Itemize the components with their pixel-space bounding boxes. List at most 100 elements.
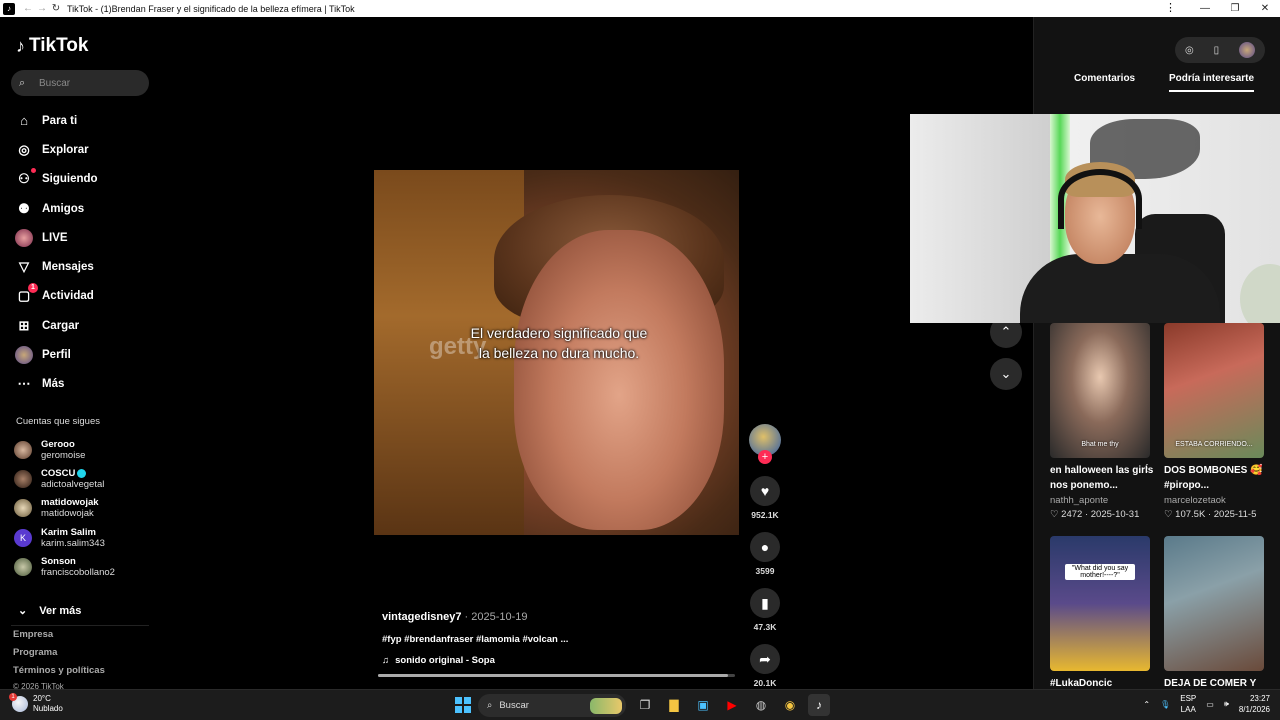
next-video-button[interactable]: ⌄ bbox=[990, 358, 1022, 390]
cloud-icon: 1 bbox=[9, 693, 28, 712]
heart-outline-icon: ♡ bbox=[1164, 509, 1173, 520]
weather-temp: 20°C bbox=[33, 694, 51, 703]
footer-copyright: © 2026 TikTok bbox=[13, 682, 64, 689]
nav-amigos[interactable]: ⚉ Amigos bbox=[14, 194, 98, 223]
music-label: sonido original - Sopa bbox=[395, 655, 495, 666]
steam-icon[interactable]: ◍ bbox=[750, 694, 772, 716]
lang-secondary: LAA bbox=[1180, 705, 1196, 714]
nav-label: Perfil bbox=[42, 349, 71, 362]
file-explorer-icon[interactable]: ▇ bbox=[663, 694, 685, 716]
back-icon[interactable]: ← bbox=[21, 0, 35, 17]
nav-cargar[interactable]: ⊞ Cargar bbox=[14, 311, 98, 340]
nav-para-ti[interactable]: ⌂ Para ti bbox=[14, 106, 98, 135]
headset-icon bbox=[1058, 169, 1142, 229]
recommended-thumbnail[interactable]: "What did you say mother!----?" bbox=[1050, 536, 1150, 671]
recommended-title[interactable]: DOS BOMBONES 🥰 #piropo... bbox=[1164, 463, 1269, 493]
tiktok-app-icon: ♪ bbox=[3, 2, 15, 15]
language-indicator[interactable]: ESP LAA bbox=[1180, 693, 1196, 715]
video-author[interactable]: vintagedisney7 · 2025-10-19 bbox=[382, 611, 528, 623]
nav-mensajes[interactable]: ▽ Mensajes bbox=[14, 252, 98, 281]
network-icon[interactable]: ▭ bbox=[1206, 700, 1214, 709]
restore-button[interactable]: ❐ bbox=[1220, 0, 1250, 17]
close-button[interactable]: ✕ bbox=[1250, 0, 1280, 17]
nav-live[interactable]: LIVE bbox=[14, 223, 98, 252]
sidebar-divider bbox=[11, 625, 149, 626]
share-count: 20.1K bbox=[753, 678, 777, 688]
post-date: 2025-10-31 bbox=[1090, 509, 1140, 520]
panel-tabs: Comentarios Podría interesarte bbox=[1034, 73, 1280, 95]
tiktok-taskbar-icon[interactable]: ♪ bbox=[808, 694, 830, 716]
live-icon bbox=[14, 228, 34, 247]
nav-perfil[interactable]: Perfil bbox=[14, 340, 98, 369]
recommended-author[interactable]: marcelozetaok bbox=[1164, 495, 1226, 506]
ver-mas-button[interactable]: ⌄ Ver más bbox=[18, 604, 81, 618]
compass-icon: ◎ bbox=[18, 141, 30, 157]
recommended-author[interactable]: nathh_aponte bbox=[1050, 495, 1108, 506]
footer-link-empresa[interactable]: Empresa bbox=[13, 629, 53, 640]
nav-label: Para ti bbox=[42, 114, 78, 127]
following-item[interactable]: Sonson franciscobollano2 bbox=[14, 552, 115, 581]
video-progress-bar[interactable] bbox=[378, 674, 735, 677]
browser-menu-icon[interactable]: ⋮ bbox=[1165, 0, 1176, 17]
taskbar-search[interactable]: ⌕ Buscar bbox=[478, 694, 626, 717]
nav-explorar[interactable]: ◎ Explorar bbox=[14, 135, 98, 164]
windows-start-button[interactable] bbox=[455, 697, 471, 713]
chevron-down-icon: ⌄ bbox=[1000, 366, 1012, 381]
comment-count: 3599 bbox=[755, 566, 775, 576]
share-button[interactable]: ➦ 20.1K bbox=[748, 644, 782, 688]
nav-label: Explorar bbox=[42, 143, 89, 156]
recommended-thumbnail[interactable] bbox=[1164, 536, 1264, 671]
messages-icon: ▽ bbox=[19, 259, 29, 275]
nav-siguiendo[interactable]: ⚇ Siguiendo bbox=[14, 165, 98, 194]
following-icon: ⚇ bbox=[14, 168, 36, 188]
tab-comentarios[interactable]: Comentarios bbox=[1074, 73, 1135, 90]
tiktok-logo[interactable]: ♪ TikTok bbox=[16, 35, 88, 57]
friends-icon: ⚉ bbox=[18, 200, 30, 216]
reload-icon[interactable]: ↻ bbox=[49, 0, 63, 17]
weather-widget[interactable]: 1 20°C Nublado bbox=[9, 693, 63, 714]
like-button[interactable]: ♥ 952.1K bbox=[748, 476, 782, 520]
task-view-icon[interactable]: ❐ bbox=[634, 694, 656, 716]
lang-primary: ESP bbox=[1180, 694, 1197, 703]
recommended-thumbnail[interactable]: Bhat me thy bbox=[1050, 323, 1150, 458]
video-description[interactable]: #fyp #brendanfraser #lamomia #volcan ... bbox=[382, 634, 568, 645]
volume-icon[interactable]: 🕪︎ bbox=[1224, 699, 1229, 709]
footer-link-terminos[interactable]: Términos y políticas bbox=[13, 665, 105, 676]
more-options-icon[interactable]: ⋮ bbox=[1142, 463, 1152, 474]
chevron-up-icon[interactable]: ⌃ bbox=[1143, 700, 1150, 709]
minimize-button[interactable]: — bbox=[1190, 0, 1220, 17]
comment-button[interactable]: ● 3599 bbox=[748, 532, 782, 576]
compass-icon[interactable]: ◎ bbox=[1185, 45, 1194, 56]
forward-icon[interactable]: → bbox=[35, 0, 49, 17]
store-icon[interactable]: ▣ bbox=[692, 694, 714, 716]
profile-avatar[interactable] bbox=[1239, 42, 1256, 58]
author-username[interactable]: vintagedisney7 bbox=[382, 611, 461, 623]
save-button[interactable]: ▮ 47.3K bbox=[748, 588, 782, 632]
creator-avatar[interactable]: + bbox=[749, 424, 781, 464]
nav-mas[interactable]: ⋯ Más bbox=[14, 370, 98, 399]
following-item[interactable]: K Karim Salim karim.salim343 bbox=[14, 523, 115, 552]
chrome-icon[interactable]: ◉ bbox=[779, 694, 801, 716]
following-handle: franciscobollano2 bbox=[41, 566, 115, 578]
clock-date: 8/1/2026 bbox=[1238, 705, 1270, 714]
device-icon[interactable]: ▯ bbox=[1214, 45, 1220, 56]
search-input[interactable]: ⌕ Buscar bbox=[11, 70, 149, 96]
footer-link-programa[interactable]: Programa bbox=[13, 647, 57, 658]
video-music[interactable]: ♫ sonido original - Sopa bbox=[382, 655, 495, 666]
youtube-icon[interactable]: ▶ bbox=[721, 694, 743, 716]
nav-actividad[interactable]: ▢ 1 Actividad bbox=[14, 282, 98, 311]
following-item[interactable]: COSCU adictoalvegetal bbox=[14, 464, 115, 493]
clock[interactable]: 23:27 8/1/2026 bbox=[1239, 693, 1270, 715]
weather-condition: Nublado bbox=[33, 704, 63, 713]
home-icon: ⌂ bbox=[20, 113, 28, 129]
microphone-icon[interactable]: 🎙︎ bbox=[1160, 700, 1170, 709]
recommended-thumbnail[interactable]: ESTABA CORRIENDO... bbox=[1164, 323, 1264, 458]
following-item[interactable]: matidowojak matidowojak bbox=[14, 494, 115, 523]
recommended-title[interactable]: en halloween las girls nos ponemo... bbox=[1050, 463, 1155, 493]
tab-podria-interesarte[interactable]: Podría interesarte bbox=[1169, 73, 1255, 92]
video-player[interactable]: getty El verdadero significado que la be… bbox=[374, 170, 739, 535]
avatar bbox=[14, 499, 32, 518]
following-item[interactable]: Gerooo geromoise bbox=[14, 435, 115, 464]
more-options-icon[interactable]: ⋮ bbox=[1256, 463, 1266, 474]
follow-plus-icon[interactable]: + bbox=[758, 450, 772, 464]
